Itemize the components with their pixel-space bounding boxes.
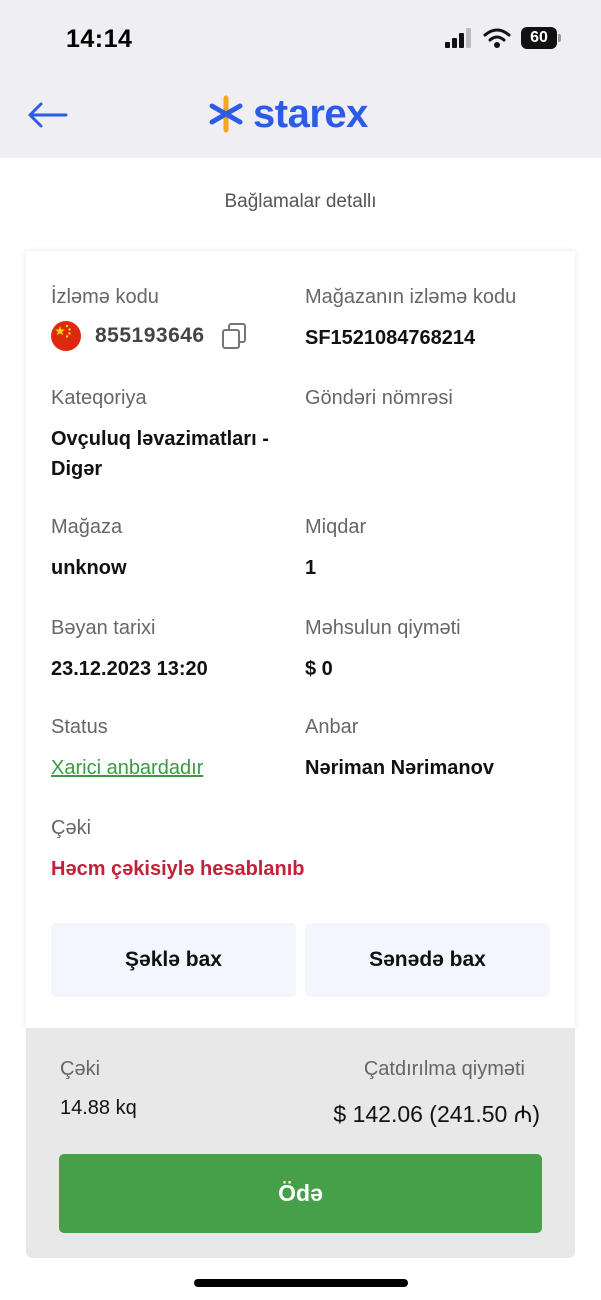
payment-summary: Çəki 14.88 kq Çatdırılma qiyməti $ 142.0…	[26, 1028, 575, 1258]
starex-logo: starex	[207, 90, 368, 138]
product-price-label: Məhsulun qiyməti	[305, 617, 461, 639]
product-price-value: $ 0	[305, 658, 333, 680]
delivery-price-value: $ 142.06 (241.50 ₼)	[333, 1101, 540, 1127]
logo-text: starex	[253, 92, 368, 136]
weight-field: Çəki Həcm çəkisiylə hesablanıb	[51, 816, 304, 884]
category-value: Ovçuluq ləvazimatları - Digər	[51, 428, 269, 480]
battery-level: 60	[521, 27, 557, 49]
category-label: Kateqoriya	[51, 387, 147, 409]
status-link[interactable]: Xarici anbardadır	[51, 753, 203, 783]
warehouse-value: Nəriman Nərimanov	[305, 757, 494, 779]
tracking-code-label: İzləmə kodu	[51, 286, 159, 308]
store-tracking-code-label: Mağazanın izləmə kodu	[305, 286, 517, 308]
store-value: unknow	[51, 557, 127, 579]
tracking-code-value: 855193646	[95, 324, 205, 347]
store-label: Mağaza	[51, 516, 123, 538]
status-time: 14:14	[66, 25, 133, 53]
status-icons: 60	[445, 27, 561, 49]
status-label: Status	[51, 716, 108, 738]
product-price-field: Məhsulun qiyməti $ 0	[305, 616, 461, 684]
back-button[interactable]	[22, 93, 72, 137]
battery-icon: 60	[521, 27, 561, 49]
warehouse-label: Anbar	[305, 716, 359, 738]
quantity-label: Miqdar	[305, 516, 367, 538]
quantity-field: Miqdar 1	[305, 515, 366, 583]
category-field: Kateqoriya Ovçuluq ləvazimatları - Digər	[51, 386, 296, 484]
top-bar: 14:14 60 starex	[0, 0, 601, 158]
signal-icon	[445, 28, 471, 48]
store-field: Mağaza unknow	[51, 515, 127, 583]
store-tracking-code-field: Mağazanın izləmə kodu SF1521084768214	[305, 285, 516, 353]
asterisk-logo-icon	[209, 95, 243, 133]
footer-weight-label: Çəki	[60, 1058, 101, 1080]
weight-note: Həcm çəkisiylə hesablanıb	[51, 858, 305, 880]
package-details-card: İzləmə kodu 855193646 Mağazanın izləmə k…	[26, 251, 575, 1028]
warehouse-field: Anbar Nəriman Nərimanov	[305, 715, 494, 783]
view-photo-button[interactable]: Şəklə bax	[51, 923, 296, 997]
page-title: Bağlamalar detallı	[224, 191, 377, 212]
footer-weight-value: 14.88 kq	[60, 1097, 137, 1119]
store-tracking-code-value: SF1521084768214	[305, 327, 476, 349]
delivery-price-label: Çatdırılma qiyməti	[363, 1058, 525, 1080]
home-indicator	[194, 1279, 408, 1287]
shipment-number-field: Göndəri nömrəsi	[305, 386, 453, 424]
weight-label: Çəki	[51, 817, 92, 839]
pay-button[interactable]: Ödə	[59, 1154, 542, 1233]
shipment-number-label: Göndəri nömrəsi	[305, 387, 453, 409]
declaration-date-field: Bəyan tarixi 23.12.2023 13:20	[51, 616, 208, 684]
status-field: Status Xarici anbardadır	[51, 715, 203, 783]
china-flag-icon	[51, 321, 81, 351]
view-document-button[interactable]: Sənədə bax	[305, 923, 550, 997]
arrow-left-icon	[28, 102, 68, 128]
wifi-icon	[483, 28, 511, 48]
copy-icon[interactable]	[221, 322, 247, 350]
tracking-code-field: İzləmə kodu 855193646	[51, 285, 247, 351]
quantity-value: 1	[305, 557, 317, 579]
declaration-date-label: Bəyan tarixi	[51, 617, 156, 639]
declaration-date-value: 23.12.2023 13:20	[51, 658, 208, 680]
